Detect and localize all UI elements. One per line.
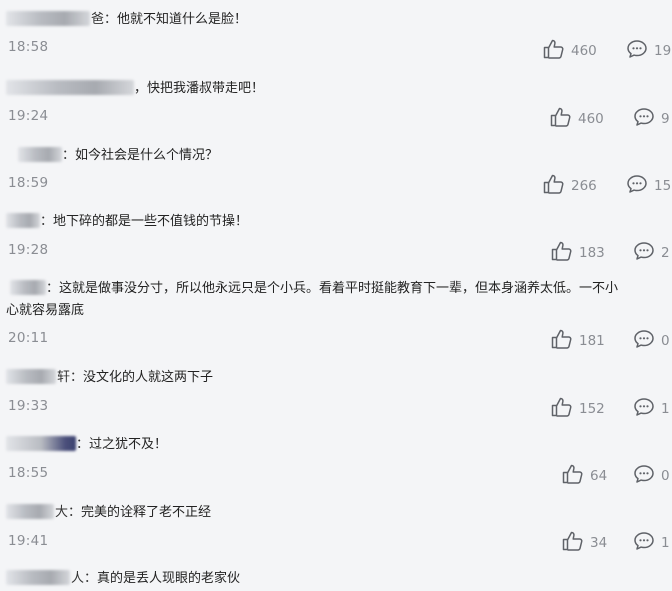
comment-bubble-icon bbox=[633, 107, 655, 127]
like-count: 181 bbox=[579, 333, 605, 349]
reply-button[interactable]: 1 bbox=[633, 395, 670, 417]
reply-count: 9 bbox=[661, 111, 670, 127]
like-count: 266 bbox=[571, 178, 597, 194]
username-blurred[interactable] bbox=[6, 369, 56, 384]
reply-button[interactable]: 19 bbox=[626, 37, 671, 59]
comment-bubble-icon bbox=[633, 464, 655, 484]
comment-text: ，快把我潘叔带走吧！ bbox=[134, 81, 265, 96]
reply-count: 2 bbox=[661, 245, 670, 261]
like-button[interactable]: 460 bbox=[550, 105, 604, 127]
username-blurred[interactable] bbox=[6, 504, 54, 519]
comment-text: 地下碎的都是一些不值钱的节操！ bbox=[53, 214, 249, 229]
username-blurred[interactable] bbox=[18, 147, 62, 162]
like-button[interactable]: 64 bbox=[562, 462, 607, 484]
comment-text-continued: 心就容易露底 bbox=[6, 303, 85, 318]
like-count: 183 bbox=[579, 245, 605, 261]
comment-time: 18:58 bbox=[8, 39, 49, 55]
username-suffix[interactable]: 爸 bbox=[91, 12, 104, 27]
comment-time: 18:55 bbox=[8, 465, 49, 481]
username-blurred[interactable] bbox=[6, 436, 76, 451]
comment-time: 19:41 bbox=[8, 533, 49, 549]
like-count: 460 bbox=[571, 43, 597, 59]
comment-text: 真的是丢人现眼的老家伙 bbox=[97, 571, 241, 586]
like-button[interactable]: 152 bbox=[551, 395, 605, 417]
thumbs-up-icon bbox=[543, 174, 565, 194]
thumbs-up-icon bbox=[562, 531, 584, 551]
username-suffix[interactable]: 人 bbox=[71, 571, 84, 586]
comment-text: 这就是做事没分寸，所以他永远只是个小兵。看着平时挺能教育下一辈，但本身涵养太低。… bbox=[59, 281, 619, 296]
thumbs-up-icon bbox=[543, 39, 565, 59]
reply-button[interactable]: 1 bbox=[633, 529, 670, 551]
like-count: 64 bbox=[590, 468, 608, 484]
username-blurred[interactable] bbox=[6, 213, 40, 228]
reply-count: 0 bbox=[661, 468, 670, 484]
thumbs-up-icon bbox=[551, 329, 573, 349]
username-blurred[interactable] bbox=[6, 570, 70, 585]
comment-time: 19:28 bbox=[8, 242, 49, 258]
comment-text: 他就不知道什么是脸！ bbox=[117, 12, 248, 27]
comment-bubble-icon bbox=[633, 531, 655, 551]
username-suffix[interactable]: 大 bbox=[55, 505, 68, 520]
like-button[interactable]: 34 bbox=[562, 529, 607, 551]
like-count: 460 bbox=[578, 111, 604, 127]
like-button[interactable]: 181 bbox=[551, 327, 605, 349]
reply-count: 0 bbox=[661, 333, 670, 349]
username-blurred[interactable] bbox=[6, 11, 90, 26]
reply-button[interactable]: 0 bbox=[633, 462, 670, 484]
reply-button[interactable]: 0 bbox=[633, 327, 670, 349]
comment-time: 19:33 bbox=[8, 398, 49, 414]
reply-count: 1 bbox=[661, 535, 670, 551]
like-button[interactable]: 183 bbox=[551, 239, 605, 261]
reply-button[interactable]: 15 bbox=[626, 172, 671, 194]
like-button[interactable]: 460 bbox=[543, 37, 597, 59]
comment-bubble-icon bbox=[626, 39, 648, 59]
username-blurred[interactable] bbox=[6, 80, 134, 95]
comment-text: 过之犹不及！ bbox=[89, 437, 168, 452]
comment-time: 18:59 bbox=[8, 175, 49, 191]
reply-count: 1 bbox=[661, 401, 670, 417]
like-count: 34 bbox=[590, 535, 608, 551]
username-suffix[interactable]: 轩 bbox=[57, 370, 70, 385]
comment-bubble-icon bbox=[633, 397, 655, 417]
comment-time: 19:24 bbox=[8, 108, 49, 124]
thumbs-up-icon bbox=[551, 241, 573, 261]
comment-text: 没文化的人就这两下子 bbox=[83, 370, 214, 385]
comment-bubble-icon bbox=[633, 241, 655, 261]
thumbs-up-icon bbox=[550, 107, 572, 127]
reply-button[interactable]: 9 bbox=[633, 105, 670, 127]
comment-bubble-icon bbox=[633, 329, 655, 349]
comment-text: 如今社会是什么个情况？ bbox=[75, 148, 219, 163]
comment-text: 完美的诠释了老不正经 bbox=[81, 505, 212, 520]
reply-count: 19 bbox=[654, 43, 672, 59]
thumbs-up-icon bbox=[551, 397, 573, 417]
reply-button[interactable]: 2 bbox=[633, 239, 670, 261]
comment-bubble-icon bbox=[626, 174, 648, 194]
comment-list: 爸：他就不知道什么是脸！ 18:58 460 19 ，快把我潘叔带走吧！ 19:… bbox=[6, 11, 672, 586]
like-button[interactable]: 266 bbox=[543, 172, 597, 194]
username-blurred[interactable] bbox=[10, 280, 46, 295]
thumbs-up-icon bbox=[562, 464, 584, 484]
comment-time: 20:11 bbox=[8, 330, 49, 346]
like-count: 152 bbox=[579, 401, 605, 417]
reply-count: 15 bbox=[654, 178, 672, 194]
